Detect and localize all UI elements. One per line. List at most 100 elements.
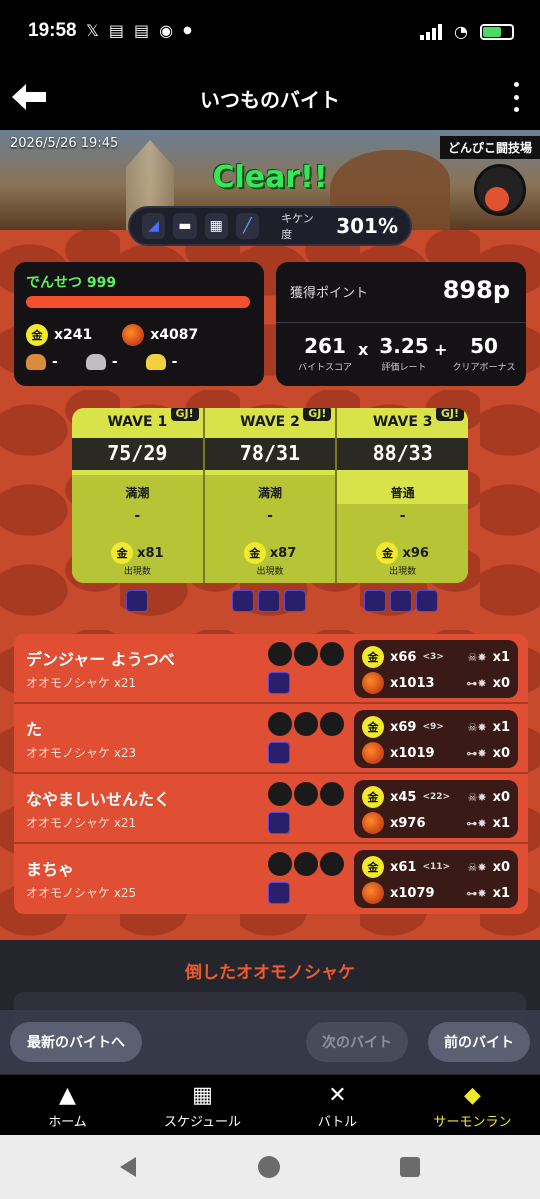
player-list: デンジャー ようつべ オオモノシャケ x21 金 x66 <3> x1013 ☠✸ x… (14, 634, 528, 914)
gj-badge: GJ! (435, 408, 465, 421)
weapon-charger-icon: ╱ (235, 213, 260, 239)
rescued-icon: ⊶✸ (466, 677, 487, 690)
golden-egg-icon: 金 (376, 542, 399, 564)
wave2-specials (232, 590, 306, 612)
points-label: 獲得ポイント (290, 286, 369, 301)
calendar-icon: ▦ (192, 1083, 213, 1108)
player-name: まちゃ (26, 860, 75, 879)
power-egg-icon (362, 742, 384, 764)
scale-row: - - - (26, 354, 177, 370)
wave-results: GJ! WAVE 1 75/29 満潮 - 金 x81 出現数 GJ! WAVE … (72, 408, 468, 583)
x-icon: 𝕏 (86, 21, 99, 40)
player-row[interactable]: デンジャー ようつべ オオモノシャケ x21 金 x66 <3> x1013 ☠✸ x… (14, 634, 528, 704)
stage-name: どんぴこ闘技場 (439, 136, 540, 159)
weapon-blaster-icon: ▬ (173, 213, 197, 239)
system-recents-button[interactable] (400, 1157, 420, 1177)
tide-level: 普通 (390, 486, 415, 500)
player-weapons (268, 782, 344, 806)
more-menu-button[interactable] (510, 82, 522, 112)
tide-level: 満潮 (125, 486, 150, 500)
multiply-sign: x (358, 340, 369, 359)
weapon-icon (294, 712, 318, 736)
weapon-icon (320, 782, 344, 806)
boss-kills: オオモノシャケ x21 (26, 816, 137, 830)
system-back-button[interactable] (120, 1157, 136, 1177)
bronze-scale-count: - (52, 354, 58, 370)
rescue-icon: ☠✸ (467, 791, 487, 804)
golden-egg-icon: 金 (26, 324, 48, 346)
wave-quota: 78/31 (204, 438, 336, 470)
supplied-weapons-bar: ◢ ▬ ▦ ╱ キケン度 301% (128, 206, 412, 246)
latest-job-button[interactable]: 最新のバイトへ (10, 1022, 142, 1062)
weapon-icon (268, 852, 292, 876)
special-weapon-icon (268, 672, 290, 694)
special-weapon-icon (268, 742, 290, 764)
golden-egg-count: x241 (54, 327, 93, 343)
grizzco-rank: でんせつ 999 (26, 275, 117, 291)
player-stats: 金 x69 <9> x1019 ☠✸ x1 ⊶✸ x0 (354, 710, 518, 768)
special-weapon-icon (232, 590, 254, 612)
player-weapons (268, 712, 344, 736)
silver-scale-count: - (111, 354, 118, 370)
tab-schedule[interactable]: ▦ スケジュール (135, 1075, 270, 1135)
status-time: 19:58 (28, 20, 77, 41)
battle-icon: ✕ (328, 1083, 347, 1108)
player-row[interactable]: た オオモノシャケ x23 金 x69 <9> x1019 ☠✸ x1 ⊶✸ x0 (14, 704, 528, 774)
tab-salmon-run[interactable]: ◆ サーモンラン (405, 1075, 540, 1135)
special-weapon-icon (126, 590, 148, 612)
special-weapon-icon (390, 590, 412, 612)
weapon-icon (268, 782, 292, 806)
hazard-label: キケン度 (281, 212, 314, 241)
next-job-button[interactable]: 次のバイト (306, 1022, 408, 1062)
power-egg-icon (362, 882, 384, 904)
bronze-scale-icon (26, 354, 46, 370)
clear-bonus: 50 クリアボーナス (452, 334, 516, 373)
weapon-icon (320, 642, 344, 666)
golden-egg-icon: 金 (362, 786, 384, 808)
player-row[interactable]: まちゃ オオモノシャケ x25 金 x61 <11> x1079 ☠✸ x0 ⊶✸ x1 (14, 844, 528, 914)
tab-home[interactable]: ▲ ホーム (0, 1075, 135, 1135)
page-title: いつものバイト (200, 88, 340, 112)
golden-egg-icon: 金 (362, 856, 384, 878)
weapon-icon (320, 852, 344, 876)
player-stats: 金 x66 <3> x1013 ☠✸ x1 ⊶✸ x0 (354, 640, 518, 698)
power-egg-count: x4087 (150, 327, 199, 343)
wifi-icon: ◔ (454, 22, 468, 41)
boss-kills: オオモノシャケ x23 (26, 746, 137, 760)
points-panel: 獲得ポイント 898p 261 バイトスコア x 3.25 評価レート + 50… (276, 262, 526, 386)
status-right: ◔ (420, 22, 514, 41)
gold-scale-icon (145, 354, 166, 370)
news-icon: ▤ (108, 21, 125, 40)
player-weapons (268, 642, 344, 666)
wave-event: - (134, 508, 141, 524)
player-name: デンジャー ようつべ (26, 650, 175, 669)
weapon-icon (294, 782, 318, 806)
weapon-splatling-icon: ▦ (204, 213, 228, 239)
gj-badge: GJ! (170, 408, 199, 421)
system-home-button[interactable] (258, 1156, 280, 1178)
gold-scale-count: - (171, 354, 178, 370)
wave-appear: 金 x81 出現数 (72, 542, 203, 577)
wave-event: - (267, 508, 273, 524)
wave-quota: 75/29 (72, 438, 203, 470)
rescued-icon: ⊶✸ (466, 817, 487, 830)
power-egg-icon (362, 672, 384, 694)
previous-job-button[interactable]: 前のバイト (428, 1022, 530, 1062)
news-icon: ▤ (134, 21, 150, 40)
silver-scale-icon (85, 354, 106, 370)
rescue-icon: ☠✸ (467, 721, 487, 734)
squid-icon: ▲ (59, 1083, 76, 1108)
special-weapon-icon (284, 590, 306, 612)
special-weapon-icon (268, 812, 290, 834)
tide-level: 満潮 (258, 486, 283, 500)
special-weapon-icon (258, 590, 280, 612)
rescue-icon: ☠✸ (467, 651, 487, 664)
player-row[interactable]: なやましいせんたく オオモノシャケ x21 金 x45 <22> x976 ☠✸ x0… (14, 774, 528, 844)
weapon-icon (294, 852, 318, 876)
tab-battle[interactable]: ✕ バトル (270, 1075, 405, 1135)
status-bar: 19:58 𝕏 ▤ ▤ ◉ ● ◔ (0, 0, 540, 64)
special-weapon-icon (364, 590, 386, 612)
job-datetime: 2026/5/26 19:45 (10, 136, 119, 151)
clear-result: Clear!! (212, 160, 328, 195)
weapon-icon (268, 712, 292, 736)
